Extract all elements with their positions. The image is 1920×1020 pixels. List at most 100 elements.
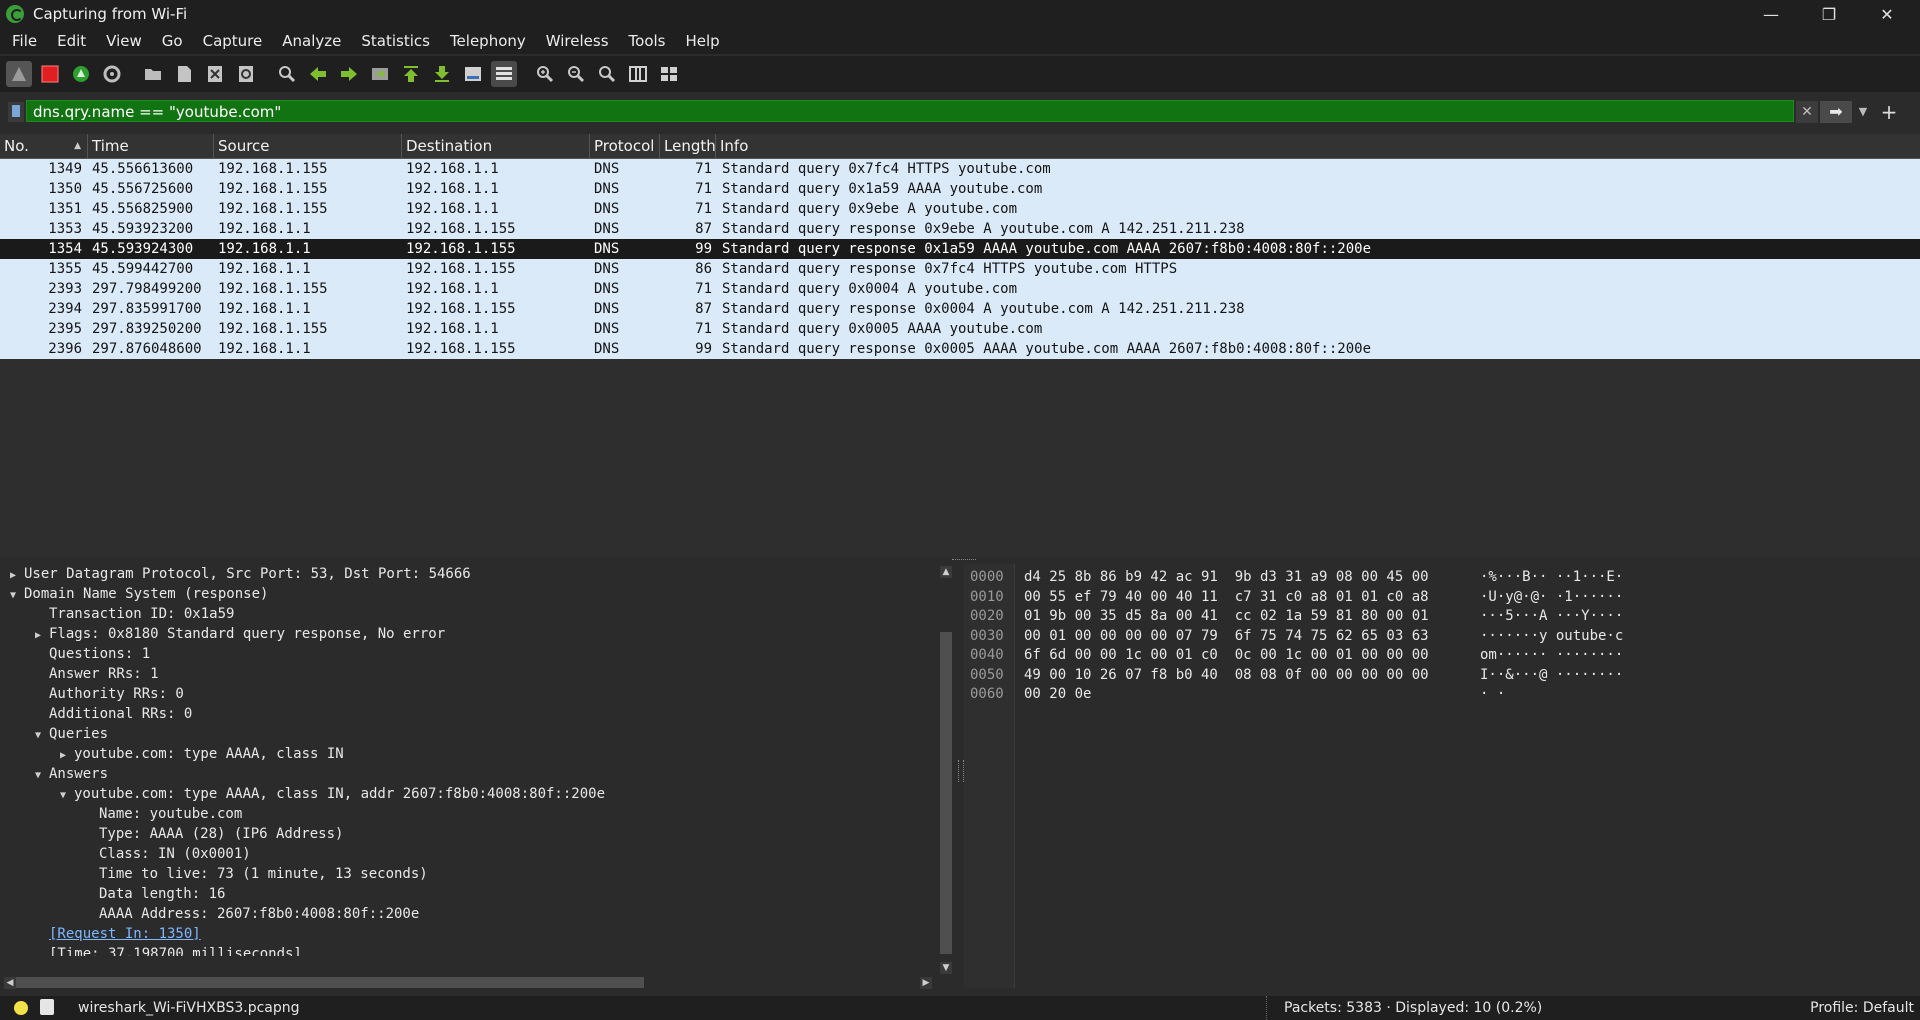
detail-tree-item[interactable]: Transaction ID: 0x1a59 xyxy=(0,604,936,624)
stop-capture-icon[interactable] xyxy=(37,61,63,87)
expert-info-indicator-icon[interactable] xyxy=(14,1001,28,1015)
close-file-icon[interactable] xyxy=(202,61,228,87)
packet-row[interactable]: 1350 45.556725600 192.168.1.155 192.168.1.1… xyxy=(0,179,1920,199)
details-horizontal-scrollbar[interactable]: ◀ ▶ xyxy=(4,974,936,990)
packet-row[interactable]: 1349 45.556613600 192.168.1.155 192.168.1.1… xyxy=(0,159,1920,179)
display-filter-input[interactable]: dns.qry.name == "youtube.com" xyxy=(26,100,1794,122)
normal-size-icon[interactable] xyxy=(594,61,620,87)
scrollbar-thumb[interactable] xyxy=(16,977,644,988)
detail-tree-item[interactable]: Additional RRs: 0 xyxy=(0,704,936,724)
detail-tree-item[interactable]: Class: IN (0x0001) xyxy=(0,844,936,864)
detail-tree-item[interactable]: Authority RRs: 0 xyxy=(0,684,936,704)
menu-help[interactable]: Help xyxy=(673,32,727,50)
go-forward-icon[interactable] xyxy=(336,61,362,87)
menu-analyze[interactable]: Analyze xyxy=(270,32,349,50)
byte-ascii[interactable]: I··&···@ ········ xyxy=(1480,666,1623,685)
menu-view[interactable]: View xyxy=(94,32,150,50)
detail-tree-item[interactable]: ▶ youtube.com: type AAAA, class IN xyxy=(0,744,936,764)
byte-hex[interactable]: 00 20 0e xyxy=(1024,685,1091,704)
byte-ascii[interactable]: ·······y outube·c xyxy=(1480,627,1623,646)
detail-tree-item[interactable]: [Time: 37.198700 milliseconds] xyxy=(0,944,936,956)
profile-selector[interactable]: Profile: Default xyxy=(1810,996,1914,1020)
column-header-length[interactable]: Length xyxy=(660,134,716,158)
packet-row[interactable]: 1354 45.593924300 192.168.1.1 192.168.1.155… xyxy=(0,239,1920,259)
byte-hex[interactable]: d4 25 8b 86 b9 42 ac 91 9b d3 31 a9 08 0… xyxy=(1024,568,1429,587)
detail-tree-item[interactable]: Data length: 16 xyxy=(0,884,936,904)
menu-statistics[interactable]: Statistics xyxy=(349,32,438,50)
byte-hex[interactable]: 49 00 10 26 07 f8 b0 40 08 08 0f 00 00 0… xyxy=(1024,666,1429,685)
resize-columns-icon[interactable] xyxy=(625,61,651,87)
detail-tree-item[interactable]: Questions: 1 xyxy=(0,644,936,664)
detail-tree-item[interactable]: ▶ Flags: 0x8180 Standard query response, … xyxy=(0,624,936,644)
column-header-info[interactable]: Info xyxy=(716,134,1920,158)
expanded-arrow-icon[interactable]: ▼ xyxy=(31,726,45,746)
capture-comment-icon[interactable] xyxy=(40,999,54,1015)
zoom-in-icon[interactable] xyxy=(532,61,558,87)
packet-row[interactable]: 2393 297.798499200 192.168.1.155 192.168.1.… xyxy=(0,279,1920,299)
shark-fin-start-icon[interactable] xyxy=(6,61,32,87)
byte-ascii[interactable]: · · xyxy=(1480,685,1505,704)
expanded-arrow-icon[interactable]: ▼ xyxy=(56,786,70,806)
column-header-no[interactable]: No. ▲ xyxy=(0,134,88,158)
detail-tree-item[interactable]: ▼ youtube.com: type AAAA, class IN, addr … xyxy=(0,784,936,804)
byte-hex[interactable]: 6f 6d 00 00 1c 00 01 c0 0c 00 1c 00 01 0… xyxy=(1024,646,1429,665)
layout-icon[interactable] xyxy=(656,61,682,87)
collapsed-arrow-icon[interactable]: ▶ xyxy=(6,566,20,586)
detail-tree-item[interactable]: AAAA Address: 2607:f8b0:4008:80f::200e xyxy=(0,904,936,924)
scroll-right-icon[interactable]: ▶ xyxy=(920,977,932,989)
packet-row[interactable]: 1355 45.599442700 192.168.1.1 192.168.1.155… xyxy=(0,259,1920,279)
packet-row[interactable]: 2394 297.835991700 192.168.1.1 192.168.1.15… xyxy=(0,299,1920,319)
reload-file-icon[interactable] xyxy=(233,61,259,87)
zoom-out-icon[interactable] xyxy=(563,61,589,87)
go-to-packet-icon[interactable] xyxy=(367,61,393,87)
packet-row[interactable]: 2395 297.839250200 192.168.1.155 192.168.1.… xyxy=(0,319,1920,339)
save-file-icon[interactable] xyxy=(171,61,197,87)
detail-tree-item[interactable]: Answer RRs: 1 xyxy=(0,664,936,684)
scroll-up-icon[interactable]: ▲ xyxy=(940,566,952,578)
go-first-icon[interactable] xyxy=(398,61,424,87)
menu-go[interactable]: Go xyxy=(150,32,191,50)
maximize-button[interactable]: ❐ xyxy=(1800,0,1858,28)
chevron-down-icon[interactable]: ▼ xyxy=(1854,101,1872,123)
detail-tree-item[interactable]: Time to live: 73 (1 minute, 13 seconds) xyxy=(0,864,936,884)
byte-ascii[interactable]: ·%···B·· ··1···E· xyxy=(1480,568,1623,587)
byte-ascii[interactable]: om······ ········ xyxy=(1480,646,1623,665)
menu-telephony[interactable]: Telephony xyxy=(438,32,534,50)
expanded-arrow-icon[interactable]: ▼ xyxy=(31,766,45,786)
detail-tree-item[interactable]: ▼ Domain Name System (response) xyxy=(0,584,936,604)
packet-row[interactable]: 2396 297.876048600 192.168.1.1 192.168.1.15… xyxy=(0,339,1920,359)
bookmark-icon[interactable] xyxy=(8,102,24,122)
detail-tree-item[interactable]: [Request In: 1350] xyxy=(0,924,936,944)
menu-capture[interactable]: Capture xyxy=(191,32,271,50)
find-packet-icon[interactable] xyxy=(274,61,300,87)
packet-row[interactable]: 1353 45.593923200 192.168.1.1 192.168.1.155… xyxy=(0,219,1920,239)
column-header-destination[interactable]: Destination xyxy=(402,134,590,158)
scroll-down-icon[interactable]: ▼ xyxy=(940,962,952,974)
menu-tools[interactable]: Tools xyxy=(617,32,674,50)
minimize-button[interactable]: — xyxy=(1742,0,1800,28)
menu-edit[interactable]: Edit xyxy=(45,32,94,50)
byte-hex[interactable]: 00 01 00 00 00 00 07 79 6f 75 74 75 62 6… xyxy=(1024,627,1429,646)
detail-tree-item[interactable]: ▼ Answers xyxy=(0,764,936,784)
open-file-icon[interactable] xyxy=(140,61,166,87)
column-header-time[interactable]: Time xyxy=(88,134,214,158)
collapsed-arrow-icon[interactable]: ▶ xyxy=(56,746,70,766)
byte-ascii[interactable]: ·U·y@·@· ·1······ xyxy=(1480,588,1623,607)
colorize-icon[interactable] xyxy=(491,61,517,87)
capture-options-icon[interactable] xyxy=(99,61,125,87)
go-back-icon[interactable] xyxy=(305,61,331,87)
request-in-link[interactable]: [Request In: 1350] xyxy=(49,926,201,942)
details-vertical-scrollbar[interactable]: ▲ ▼ xyxy=(938,566,954,976)
packet-row[interactable]: 1351 45.556825900 192.168.1.155 192.168.1.1… xyxy=(0,199,1920,219)
go-last-icon[interactable] xyxy=(429,61,455,87)
apply-filter-button[interactable]: ➡ xyxy=(1820,101,1852,123)
detail-tree-item[interactable]: ▶ User Datagram Protocol, Src Port: 53, D… xyxy=(0,564,936,584)
scroll-left-icon[interactable]: ◀ xyxy=(4,977,16,989)
detail-tree-item[interactable]: Type: AAAA (28) (IP6 Address) xyxy=(0,824,936,844)
detail-tree-item[interactable]: Name: youtube.com xyxy=(0,804,936,824)
detail-tree-item[interactable]: ▼ Queries xyxy=(0,724,936,744)
byte-ascii[interactable]: ···5···A ···Y···· xyxy=(1480,607,1623,626)
byte-hex[interactable]: 00 55 ef 79 40 00 40 11 c7 31 c0 a8 01 0… xyxy=(1024,588,1429,607)
column-header-source[interactable]: Source xyxy=(214,134,402,158)
menu-wireless[interactable]: Wireless xyxy=(534,32,617,50)
